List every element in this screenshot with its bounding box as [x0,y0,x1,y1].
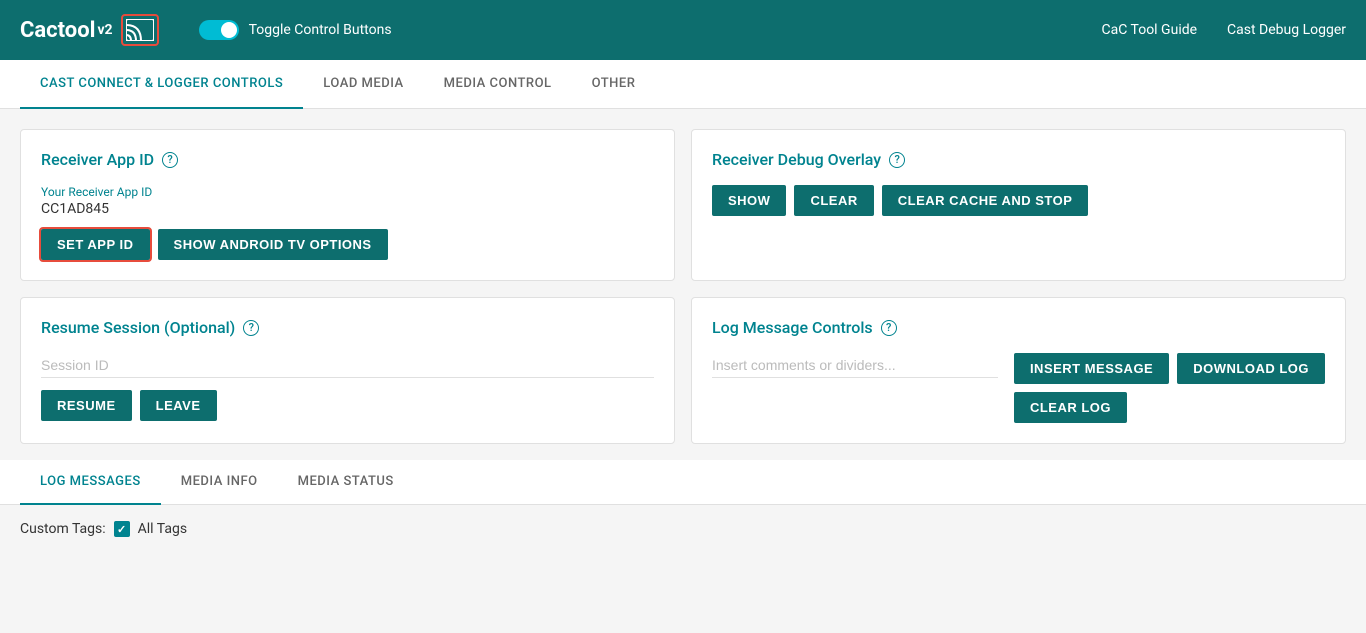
nav-cac-tool-guide[interactable]: CaC Tool Guide [1102,22,1198,38]
toggle-section: Toggle Control Buttons [199,20,392,40]
all-tags-checkbox[interactable] [114,521,130,537]
main-tabs: CAST CONNECT & LOGGER CONTROLS LOAD MEDI… [0,60,1366,109]
tab-media-control[interactable]: MEDIA CONTROL [424,60,572,109]
cast-icon [126,19,154,41]
app-logo: Cactoolv2 [20,14,159,46]
log-top-btn-row: INSERT MESSAGE DOWNLOAD LOG [1014,353,1325,384]
receiver-app-id-title: Receiver App ID ? [41,150,654,169]
cards-row-bottom: Resume Session (Optional) ? RESUME LEAVE… [20,297,1346,444]
tab-log-messages[interactable]: LOG MESSAGES [20,460,161,505]
all-tags-label: All Tags [138,521,187,537]
tab-other[interactable]: OTHER [572,60,656,109]
cards-row-top: Receiver App ID ? Your Receiver App ID C… [20,129,1346,281]
tab-media-status[interactable]: MEDIA STATUS [278,460,414,505]
resume-button[interactable]: RESUME [41,390,132,421]
logo-text: Cactool [20,18,95,43]
receiver-app-id-help-icon[interactable]: ? [162,152,178,168]
leave-button[interactable]: LEAVE [140,390,217,421]
resume-session-btn-row: RESUME LEAVE [41,390,654,421]
log-message-controls-card: Log Message Controls ? INSERT MESSAGE DO… [691,297,1346,444]
content-area: Receiver App ID ? Your Receiver App ID C… [0,109,1366,573]
receiver-app-id-card: Receiver App ID ? Your Receiver App ID C… [20,129,675,281]
tab-cast-connect[interactable]: CAST CONNECT & LOGGER CONTROLS [20,60,303,109]
set-app-id-button[interactable]: SET APP ID [41,229,150,260]
custom-tags-label: Custom Tags: [20,521,106,537]
receiver-debug-btn-row: SHOW CLEAR CLEAR CACHE AND STOP [712,185,1325,216]
show-debug-button[interactable]: SHOW [712,185,786,216]
clear-cache-stop-button[interactable]: CLEAR CACHE AND STOP [882,185,1089,216]
show-android-tv-options-button[interactable]: SHOW ANDROID TV OPTIONS [158,229,388,260]
resume-session-card: Resume Session (Optional) ? RESUME LEAVE [20,297,675,444]
receiver-app-id-input-label: Your Receiver App ID [41,185,654,199]
toggle-switch[interactable] [199,20,239,40]
clear-debug-button[interactable]: CLEAR [794,185,873,216]
receiver-app-id-btn-row: SET APP ID SHOW ANDROID TV OPTIONS [41,229,654,260]
session-id-input[interactable] [41,353,654,378]
receiver-app-id-value: CC1AD845 [41,201,654,217]
tab-load-media[interactable]: LOAD MEDIA [303,60,423,109]
resume-session-title: Resume Session (Optional) ? [41,318,654,337]
comment-input[interactable] [712,353,998,378]
cast-icon-wrapper[interactable] [121,14,159,46]
nav-cast-debug-logger[interactable]: Cast Debug Logger [1227,22,1346,38]
receiver-debug-overlay-card: Receiver Debug Overlay ? SHOW CLEAR CLEA… [691,129,1346,281]
insert-message-button[interactable]: INSERT MESSAGE [1014,353,1169,384]
tab-media-info[interactable]: MEDIA INFO [161,460,278,505]
logo-version: v2 [97,22,112,38]
receiver-debug-title: Receiver Debug Overlay ? [712,150,1325,169]
resume-session-help-icon[interactable]: ? [243,320,259,336]
header-nav: CaC Tool Guide Cast Debug Logger [1102,22,1347,38]
custom-tags-row: Custom Tags: All Tags [20,505,1346,553]
log-message-btn-group: INSERT MESSAGE DOWNLOAD LOG CLEAR LOG [1014,353,1325,423]
download-log-button[interactable]: DOWNLOAD LOG [1177,353,1325,384]
toggle-label: Toggle Control Buttons [249,22,392,38]
log-message-title: Log Message Controls ? [712,318,1325,337]
log-message-help-icon[interactable]: ? [881,320,897,336]
bottom-tabs: LOG MESSAGES MEDIA INFO MEDIA STATUS [0,460,1366,505]
receiver-debug-help-icon[interactable]: ? [889,152,905,168]
clear-log-button[interactable]: CLEAR LOG [1014,392,1127,423]
header: Cactoolv2 Toggle Control Buttons CaC Too… [0,0,1366,60]
